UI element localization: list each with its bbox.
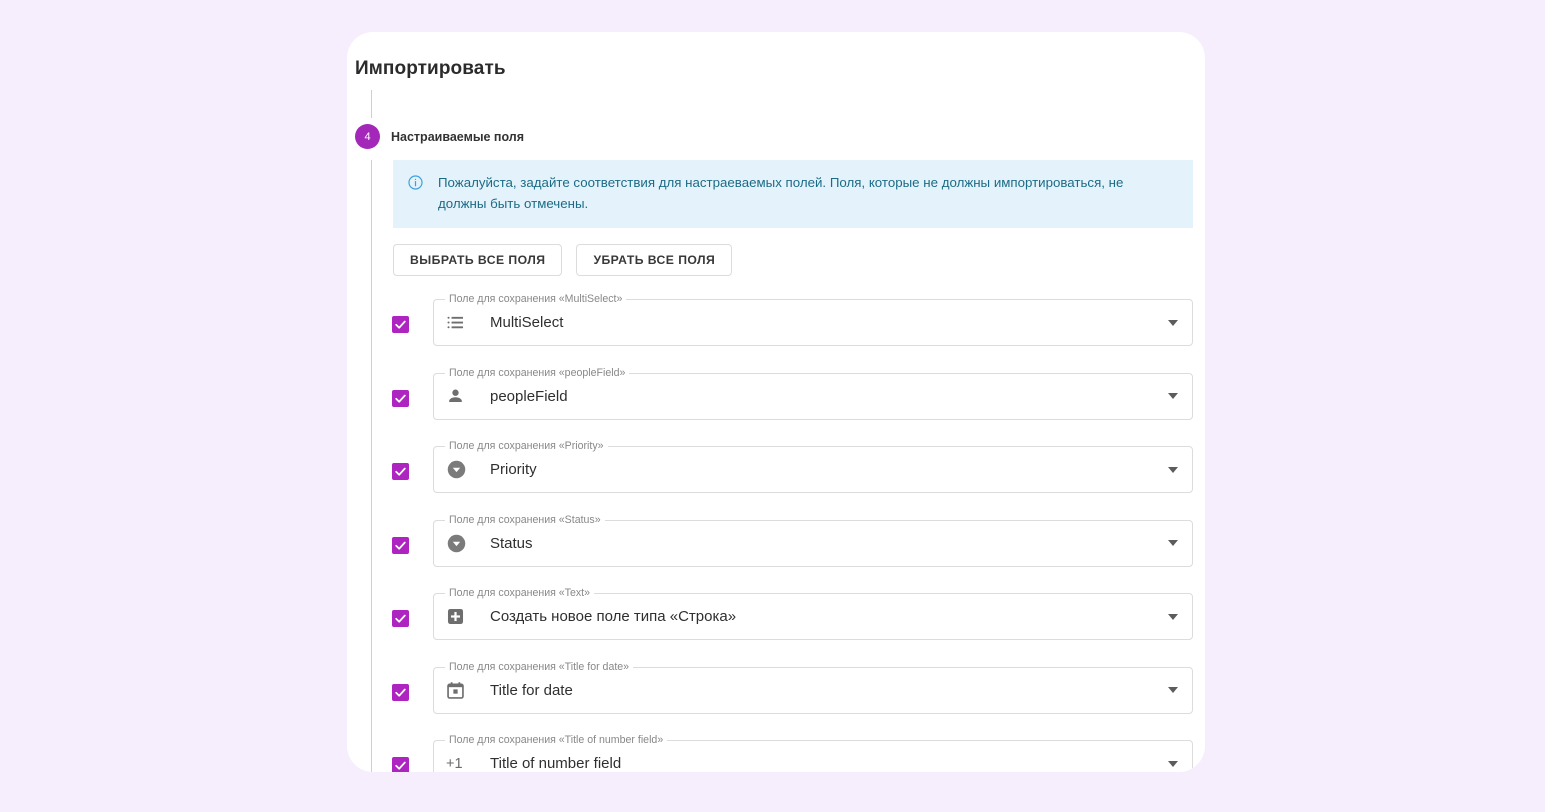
person-icon (446, 387, 468, 406)
bulk-actions: ВЫБРАТЬ ВСЕ ПОЛЯ УБРАТЬ ВСЕ ПОЛЯ (393, 244, 733, 276)
field-target-select[interactable]: Поле для сохранения «Priority» Priority (433, 440, 1193, 493)
field-target-select[interactable]: Поле для сохранения «Title for date» Tit… (433, 660, 1193, 714)
deselect-all-fields-button[interactable]: УБРАТЬ ВСЕ ПОЛЯ (576, 244, 733, 276)
field-mapping-row: Поле для сохранения «peopleField» people… (355, 366, 1205, 442)
info-alert: Пожалуйста, задайте соответствия для нас… (393, 160, 1193, 229)
field-include-checkbox[interactable] (392, 683, 409, 701)
field-target-select[interactable]: Поле для сохранения «Status» Status (433, 513, 1193, 567)
field-select-value: Создать новое поле типа «Строка» (490, 608, 737, 625)
chevron-down-icon[interactable] (1168, 760, 1178, 767)
field-target-select[interactable]: Поле для сохранения «Text» Создать новое… (433, 587, 1193, 640)
field-include-checkbox[interactable] (392, 536, 409, 554)
field-mapping-row: Поле для сохранения «Status» Status (355, 513, 1205, 589)
step-header: 4 Настраиваемые поля (355, 124, 524, 149)
field-select-value: Status (490, 534, 533, 552)
field-target-select[interactable]: Поле для сохранения «Title of number fie… (433, 734, 1193, 772)
field-include-checkbox[interactable] (392, 316, 409, 333)
info-icon (407, 174, 424, 196)
field-mapping-list: Поле для сохранения «MultiSelect» MultiS… (355, 293, 1205, 772)
field-include-checkbox[interactable] (392, 610, 409, 627)
field-mapping-row: Поле для сохранения «MultiSelect» MultiS… (355, 293, 1205, 368)
chevron-down-icon[interactable] (1168, 540, 1178, 546)
calendar-icon (446, 681, 468, 700)
chevron-down-icon[interactable] (1168, 466, 1178, 473)
chevron-down-icon[interactable] (1168, 613, 1178, 620)
field-select-value: Title for date (490, 681, 573, 699)
dropdown-circle-icon (446, 459, 468, 480)
select-all-fields-button[interactable]: ВЫБРАТЬ ВСЕ ПОЛЯ (393, 244, 563, 276)
info-alert-text: Пожалуйста, задайте соответствия для нас… (438, 175, 1124, 211)
chevron-down-icon[interactable] (1168, 687, 1178, 693)
field-include-checkbox[interactable] (392, 757, 409, 772)
plus-one-icon: +1 (446, 755, 463, 772)
dropdown-circle-icon (446, 533, 468, 554)
chevron-down-icon[interactable] (1168, 319, 1178, 326)
plus-square-icon (446, 607, 468, 626)
field-include-checkbox[interactable] (392, 463, 409, 480)
field-select-value: peopleField (490, 387, 568, 405)
step-number-badge: 4 (355, 124, 380, 149)
field-target-select[interactable]: Поле для сохранения «MultiSelect» MultiS… (433, 293, 1193, 346)
field-mapping-row: Поле для сохранения «Title of number fie… (355, 734, 1205, 772)
stepper-connector-top (371, 90, 372, 118)
page-title: Импортировать (355, 58, 506, 79)
field-select-value: Priority (490, 461, 537, 478)
field-target-select[interactable]: Поле для сохранения «peopleField» people… (433, 366, 1193, 420)
field-include-checkbox[interactable] (392, 389, 409, 407)
import-dialog-card: Импортировать 4 Настраиваемые поля Пожал… (347, 32, 1205, 772)
field-mapping-row: Поле для сохранения «Text» Создать новое… (355, 587, 1205, 662)
field-mapping-row: Поле для сохранения «Title for date» Tit… (355, 660, 1205, 736)
list-icon (446, 313, 468, 332)
field-mapping-row: Поле для сохранения «Priority» Priority (355, 440, 1205, 515)
field-select-value: Title of number field (490, 755, 622, 772)
field-select-value: MultiSelect (490, 314, 564, 331)
page-root: Импортировать 4 Настраиваемые поля Пожал… (0, 0, 1545, 812)
chevron-down-icon[interactable] (1168, 393, 1178, 399)
step-label: Настраиваемые поля (391, 129, 525, 144)
